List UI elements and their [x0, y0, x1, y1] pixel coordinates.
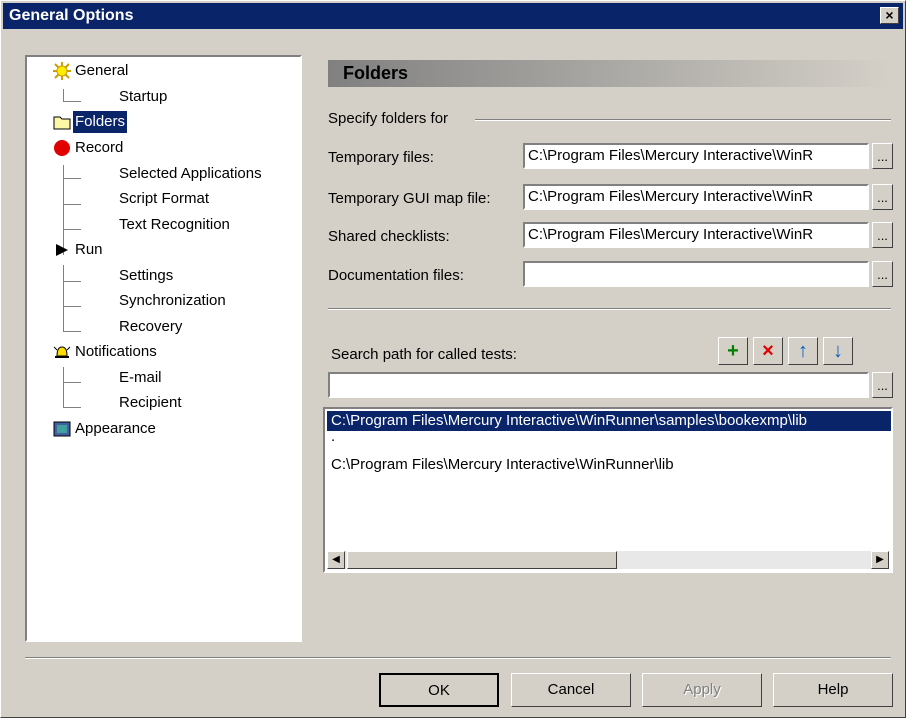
- tree-connector: [63, 204, 81, 205]
- tree-item-label: General: [75, 62, 129, 79]
- temporary-files-label: Temporary files:: [328, 149, 434, 166]
- documentation-files-label: Documentation files:: [328, 267, 464, 284]
- tree-connector: [63, 407, 81, 408]
- title-bar: General Options ×: [3, 3, 903, 29]
- temporary-gui-map-label: Temporary GUI map file:: [328, 190, 491, 207]
- cancel-button[interactable]: Cancel: [511, 673, 631, 707]
- search-path-list[interactable]: C:\Program Files\Mercury Interactive\Win…: [323, 407, 893, 573]
- general-options-dialog: General Options × General Startup Folder…: [0, 0, 906, 718]
- temporary-gui-map-input[interactable]: C:\Program Files\Mercury Interactive\Win…: [523, 184, 869, 210]
- window-title: General Options: [9, 7, 134, 24]
- tree-item-label: E-mail: [119, 369, 162, 386]
- tree-item-label: Startup: [119, 88, 168, 105]
- delete-path-button[interactable]: ×: [753, 337, 783, 365]
- tree-connector: [63, 178, 81, 179]
- add-path-button[interactable]: +: [718, 337, 748, 365]
- tree-item-label: Text Recognition: [119, 216, 230, 233]
- sun-icon: [53, 62, 71, 80]
- tree-connector: [63, 331, 81, 332]
- play-icon: [56, 244, 68, 256]
- tree-connector: [63, 306, 81, 307]
- list-item[interactable]: C:\Program Files\Mercury Interactive\Win…: [331, 455, 674, 475]
- documentation-files-browse-button[interactable]: ...: [872, 261, 893, 287]
- specify-folders-label: Specify folders for: [328, 110, 449, 127]
- tree-connector: [63, 89, 64, 101]
- tree-item-recipient[interactable]: Recipient: [117, 392, 184, 414]
- shared-checklists-browse-button[interactable]: ...: [872, 222, 893, 248]
- documentation-files-input[interactable]: [523, 261, 869, 287]
- arrow-up-icon: ↑: [798, 340, 808, 362]
- tree-item-label: Notifications: [75, 343, 157, 360]
- section-title: Folders: [343, 63, 409, 83]
- delete-icon: ×: [762, 340, 774, 362]
- tree-connector: [63, 101, 81, 102]
- tree-item-label: Appearance: [75, 420, 156, 437]
- scroll-thumb[interactable]: [347, 551, 617, 569]
- tree-item-label: Record: [75, 139, 124, 156]
- temporary-gui-map-browse-button[interactable]: ...: [872, 184, 893, 210]
- shared-checklists-label: Shared checklists:: [328, 228, 450, 245]
- tree-item-label: Folders: [73, 111, 128, 133]
- move-up-button[interactable]: ↑: [788, 337, 818, 365]
- temporary-files-input[interactable]: C:\Program Files\Mercury Interactive\Win…: [523, 143, 869, 169]
- scroll-right-icon[interactable]: ▶: [871, 551, 889, 569]
- help-button[interactable]: Help: [773, 673, 893, 707]
- footer-divider: [25, 657, 891, 659]
- search-path-browse-button[interactable]: ...: [872, 372, 893, 398]
- search-path-input[interactable]: [328, 372, 869, 398]
- tree-item-label: Script Format: [119, 190, 210, 207]
- section-header: Folders: [328, 60, 891, 87]
- list-item[interactable]: .: [331, 429, 335, 445]
- tree-item-label: Recovery: [119, 318, 183, 335]
- tree-item-synchronization[interactable]: Synchronization: [117, 290, 228, 312]
- tree-item-label: Run: [75, 241, 103, 258]
- tree-item-label: Selected Applications: [119, 165, 262, 182]
- tree-item-startup[interactable]: Startup: [117, 86, 169, 108]
- options-tree[interactable]: General Startup Folders Record Selected …: [25, 55, 302, 642]
- tree-connector: [63, 382, 81, 383]
- tree-item-recovery[interactable]: Recovery: [117, 316, 184, 338]
- ok-button[interactable]: OK: [379, 673, 499, 707]
- tree-item-label: Synchronization: [119, 292, 226, 309]
- tree-item-text-recognition[interactable]: Text Recognition: [117, 214, 232, 236]
- tree-item-selected-applications[interactable]: Selected Applications: [117, 163, 264, 185]
- group-divider: [475, 119, 891, 121]
- tree-item-settings[interactable]: Settings: [117, 265, 175, 287]
- record-icon: [54, 140, 70, 156]
- appearance-icon: [53, 421, 71, 437]
- move-down-button[interactable]: ↓: [823, 337, 853, 365]
- section-divider: [328, 308, 891, 310]
- folder-icon: [53, 116, 71, 130]
- tree-connector: [63, 281, 81, 282]
- tree-connector: [63, 265, 64, 331]
- temporary-files-browse-button[interactable]: ...: [872, 143, 893, 169]
- arrow-down-icon: ↓: [833, 340, 843, 362]
- close-button[interactable]: ×: [880, 7, 899, 24]
- shared-checklists-input[interactable]: C:\Program Files\Mercury Interactive\Win…: [523, 222, 869, 248]
- apply-button[interactable]: Apply: [642, 673, 762, 707]
- tree-item-label: Settings: [119, 267, 174, 284]
- search-path-label: Search path for called tests:: [331, 346, 517, 363]
- bell-icon: [53, 346, 71, 358]
- tree-connector: [63, 229, 81, 230]
- plus-icon: +: [727, 340, 739, 362]
- tree-item-label: Recipient: [119, 394, 182, 411]
- scroll-left-icon[interactable]: ◀: [327, 551, 345, 569]
- list-item[interactable]: C:\Program Files\Mercury Interactive\Win…: [327, 411, 891, 431]
- tree-item-script-format[interactable]: Script Format: [117, 188, 211, 210]
- tree-connector: [63, 367, 64, 407]
- tree-item-email[interactable]: E-mail: [117, 367, 164, 389]
- horizontal-scrollbar[interactable]: ◀ ▶: [327, 551, 889, 569]
